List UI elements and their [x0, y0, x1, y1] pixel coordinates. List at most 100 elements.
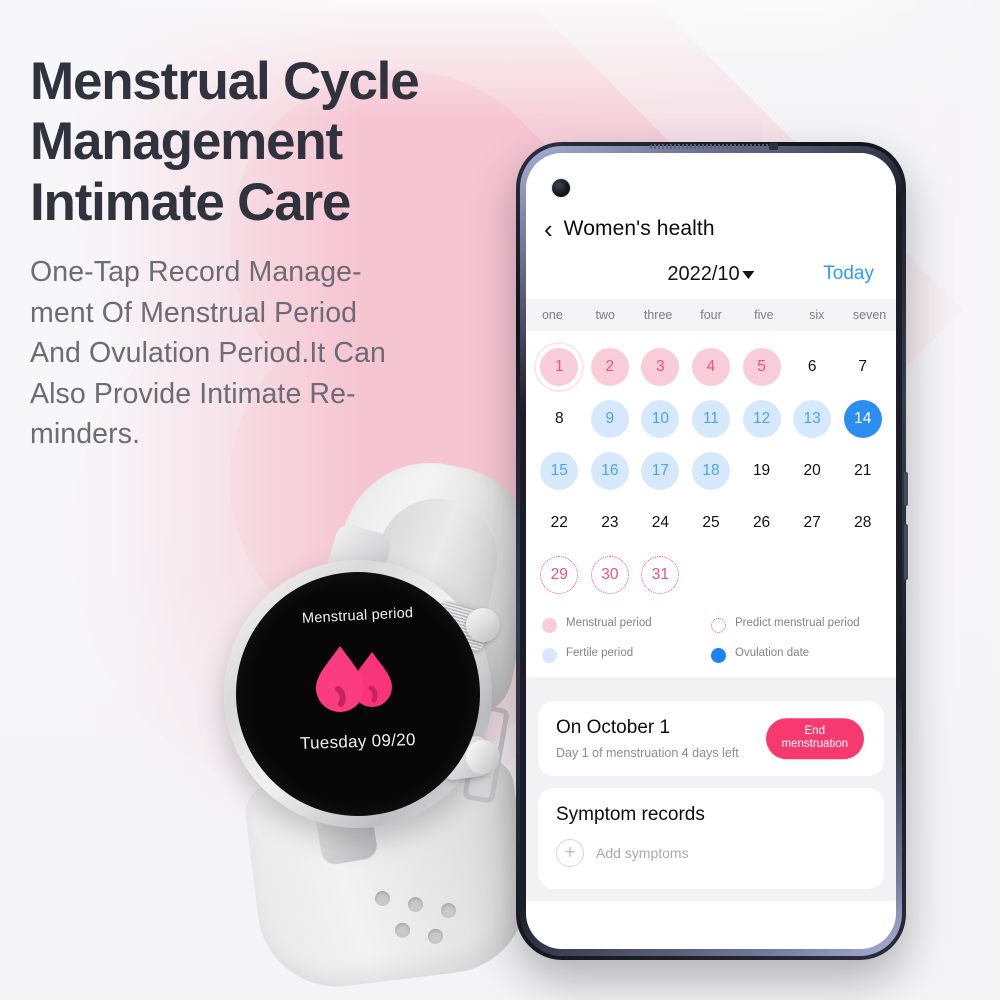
phone-earpiece-speaker	[650, 144, 772, 149]
calendar-day-30[interactable]: 30	[590, 556, 629, 594]
legend-label: Fertile period	[566, 647, 634, 659]
calendar-day-10[interactable]: 10	[641, 400, 680, 438]
calendar-day-26[interactable]: 26	[743, 504, 781, 542]
plus-circle-icon[interactable]: +	[556, 839, 584, 867]
legend-item-predicted: Predict menstrual period	[711, 617, 880, 633]
calendar-cell[interactable]: 28	[837, 497, 888, 549]
calendar-day-21[interactable]: 21	[844, 452, 882, 490]
calendar-day-23[interactable]: 23	[591, 504, 629, 542]
calendar-cell[interactable]: 3	[635, 341, 686, 393]
calendar-day-5[interactable]: 5	[742, 348, 781, 386]
calendar-cell[interactable]: 12	[736, 393, 787, 445]
calendar-day-28[interactable]: 28	[844, 504, 882, 542]
weekday-4: four	[700, 308, 722, 322]
calendar-cell[interactable]: 31	[635, 549, 686, 601]
caret-down-icon	[742, 271, 755, 279]
calendar-cell[interactable]: 6	[787, 341, 838, 393]
calendar-cell[interactable]: 16	[585, 445, 636, 497]
calendar-cell[interactable]: 10	[635, 393, 686, 445]
legend-item-menstrual: Menstrual period	[542, 617, 711, 633]
calendar-cell[interactable]: 7	[837, 341, 888, 393]
calendar-day-18[interactable]: 18	[691, 452, 730, 490]
today-button[interactable]: Today	[823, 263, 874, 285]
calendar-day-24[interactable]: 24	[641, 504, 679, 542]
calendar-day-14[interactable]: 14	[843, 400, 882, 438]
calendar-legend: Menstrual period Predict menstrual period…	[526, 607, 896, 677]
menstruation-status-card: On October 1 Day 1 of menstruation 4 day…	[538, 701, 884, 776]
calendar-cell[interactable]: 2	[585, 341, 636, 393]
calendar-cell[interactable]: 17	[635, 445, 686, 497]
calendar-day-29[interactable]: 29	[540, 556, 579, 594]
calendar-cell[interactable]: 1	[534, 341, 585, 393]
symptom-records-card: Symptom records + Add symptoms	[538, 788, 884, 889]
calendar-cell[interactable]: 15	[534, 445, 585, 497]
weekday-7: seven	[852, 308, 887, 322]
calendar-cell[interactable]: 29	[534, 549, 585, 601]
calendar-cell[interactable]: 30	[585, 549, 636, 601]
symptom-card-wrapper: Symptom records + Add symptoms	[526, 788, 896, 901]
chevron-left-icon[interactable]: ‹	[544, 216, 553, 242]
page-title: Menstrual Cycle Management Intimate Care	[30, 52, 500, 233]
end-button-line-2: menstruation	[781, 738, 848, 751]
calendar-day-15[interactable]: 15	[540, 452, 579, 490]
calendar-cell[interactable]: 8	[534, 393, 585, 445]
calendar-cell[interactable]: 5	[736, 341, 787, 393]
calendar-cell[interactable]: 27	[787, 497, 838, 549]
weekday-1: one	[541, 308, 563, 322]
subtitle-line-5: minders.	[30, 418, 141, 451]
calendar-day-2[interactable]: 2	[590, 348, 629, 386]
calendar-day-9[interactable]: 9	[590, 400, 629, 438]
add-symptoms-row[interactable]: + Add symptoms	[556, 839, 866, 867]
phone-sensor	[769, 143, 778, 150]
calendar-day-3[interactable]: 3	[641, 348, 680, 386]
status-card-wrapper: On October 1 Day 1 of menstruation 4 day…	[526, 689, 896, 788]
watch-band-holes	[374, 879, 492, 962]
calendar-day-19[interactable]: 19	[743, 452, 781, 490]
calendar-day-7[interactable]: 7	[844, 348, 882, 386]
calendar-day-6[interactable]: 6	[793, 348, 831, 386]
phone-volume-button[interactable]	[904, 472, 908, 506]
calendar-cell[interactable]: 13	[787, 393, 838, 445]
month-picker[interactable]: 2022/10	[667, 263, 755, 286]
calendar-cell[interactable]: 11	[686, 393, 737, 445]
calendar-cell[interactable]: 22	[534, 497, 585, 549]
calendar-day-16[interactable]: 16	[590, 452, 629, 490]
calendar-day-25[interactable]: 25	[692, 504, 730, 542]
calendar-day-27[interactable]: 27	[793, 504, 831, 542]
weekday-3: three	[643, 308, 673, 322]
calendar-grid: 1 2 3 4 5 6 7 8 9 10 11 12 13 14 15 16 17 18 19 20 21 22 23 24 2…	[526, 331, 896, 607]
calendar-day-22[interactable]: 22	[540, 504, 578, 542]
end-menstruation-button[interactable]: End menstruation	[765, 717, 864, 760]
womens-health-app: ‹ Women's health 2022/10 Today one two t…	[526, 153, 896, 949]
page-title: Women's health	[563, 217, 715, 240]
calendar-day-1[interactable]: 1	[540, 348, 579, 386]
calendar-day-13[interactable]: 13	[793, 400, 832, 438]
calendar-cell[interactable]: 20	[787, 445, 838, 497]
calendar-day-12[interactable]: 12	[742, 400, 781, 438]
calendar-day-8[interactable]: 8	[540, 400, 578, 438]
calendar-cell[interactable]: 9	[585, 393, 636, 445]
calendar-cell[interactable]: 25	[686, 497, 737, 549]
calendar-day-31[interactable]: 31	[641, 556, 680, 594]
subtitle-line-3: And Ovulation Period.It Can	[30, 337, 386, 370]
calendar-day-4[interactable]: 4	[691, 348, 730, 386]
fertile-swatch-icon	[542, 648, 557, 663]
watch-screen: Menstrual period Tuesday 09/20	[236, 572, 480, 816]
calendar-cell[interactable]: 19	[736, 445, 787, 497]
calendar-cell[interactable]: 21	[837, 445, 888, 497]
phone-power-button[interactable]	[904, 524, 908, 580]
headline-line-2: Management	[30, 112, 343, 172]
calendar-day-11[interactable]: 11	[691, 400, 730, 438]
symptom-card-title: Symptom records	[556, 804, 705, 825]
calendar-cell[interactable]: 26	[736, 497, 787, 549]
calendar-cell[interactable]: 14	[837, 393, 888, 445]
calendar-cell[interactable]: 4	[686, 341, 737, 393]
watch-screen-title: Menstrual period	[302, 605, 414, 627]
calendar-cell[interactable]: 24	[635, 497, 686, 549]
calendar-cell[interactable]: 23	[585, 497, 636, 549]
calendar-cell[interactable]: 18	[686, 445, 737, 497]
calendar-day-20[interactable]: 20	[793, 452, 831, 490]
calendar-day-17[interactable]: 17	[641, 452, 680, 490]
weekday-2: two	[595, 308, 615, 322]
legend-item-ovulation: Ovulation date	[711, 647, 880, 663]
